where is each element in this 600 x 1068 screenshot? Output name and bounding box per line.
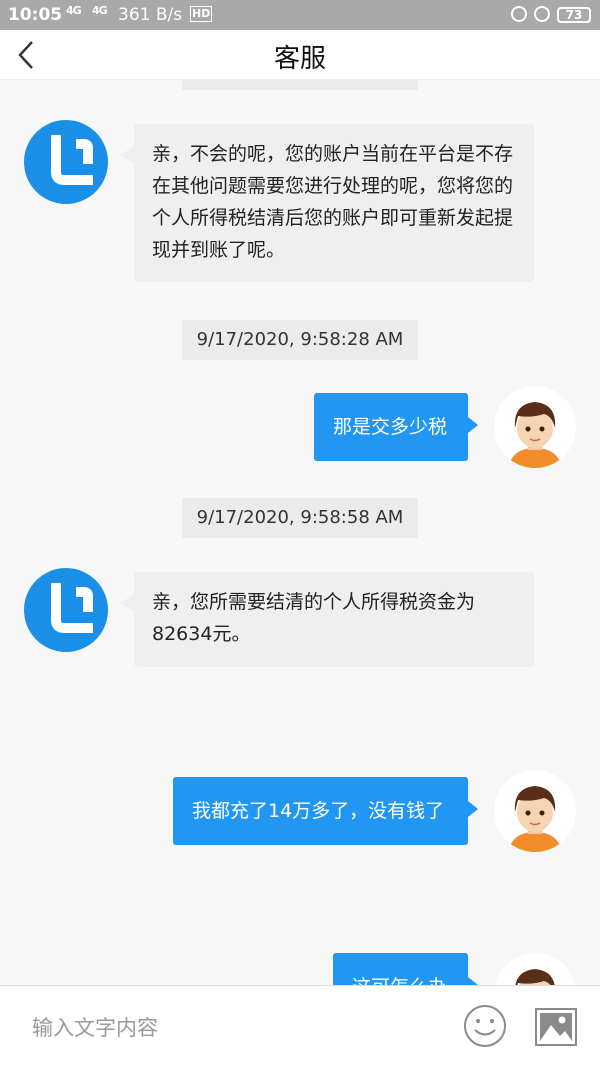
net-speed: 361 B/s <box>118 5 183 25</box>
battery-icon: 73 <box>557 7 591 23</box>
timestamp: 9/17/2020, 9:58:58 AM <box>182 498 418 538</box>
user-message[interactable]: 那是交多少税 <box>314 393 478 461</box>
status-time: 10:05 <box>8 5 63 25</box>
user-avatar-icon <box>494 770 576 852</box>
user-avatar-icon <box>494 953 576 985</box>
bot-logo-icon <box>24 568 108 652</box>
image-icon[interactable] <box>534 1005 578 1049</box>
status-bar: 10:05 4G 4G 361 B/s HD 73 <box>0 0 600 30</box>
input-bar <box>0 985 600 1068</box>
page-title: 客服 <box>273 44 326 74</box>
user-message[interactable]: 我都充了14万多了，没有钱了 <box>173 777 478 845</box>
user-message[interactable]: 这可怎么办 <box>333 953 478 985</box>
bot-logo-icon <box>24 120 108 204</box>
agent-message: 亲，您所需要结清的个人所得税资金为82634元。 <box>120 572 534 667</box>
header: 客服 <box>0 30 600 80</box>
chat-area[interactable]: 亲，不会的呢，您的账户当前在平台是不存在其他问题需要您进行处理的呢，您将您的个人… <box>0 80 600 985</box>
alarm-icon <box>534 6 550 22</box>
signal-icon: 4G <box>92 4 108 17</box>
user-avatar-icon <box>494 386 576 468</box>
lock-rotation-icon <box>511 6 527 22</box>
signal-icon: 4G <box>66 4 82 17</box>
emoji-icon[interactable] <box>463 1004 507 1048</box>
timestamp: 9/17/2020, 9:58:28 AM <box>182 320 418 360</box>
agent-message: 亲，不会的呢，您的账户当前在平台是不存在其他问题需要您进行处理的呢，您将您的个人… <box>120 124 534 282</box>
message-input[interactable] <box>30 1008 434 1048</box>
timestamp <box>182 80 418 90</box>
hd-icon: HD <box>190 6 213 22</box>
